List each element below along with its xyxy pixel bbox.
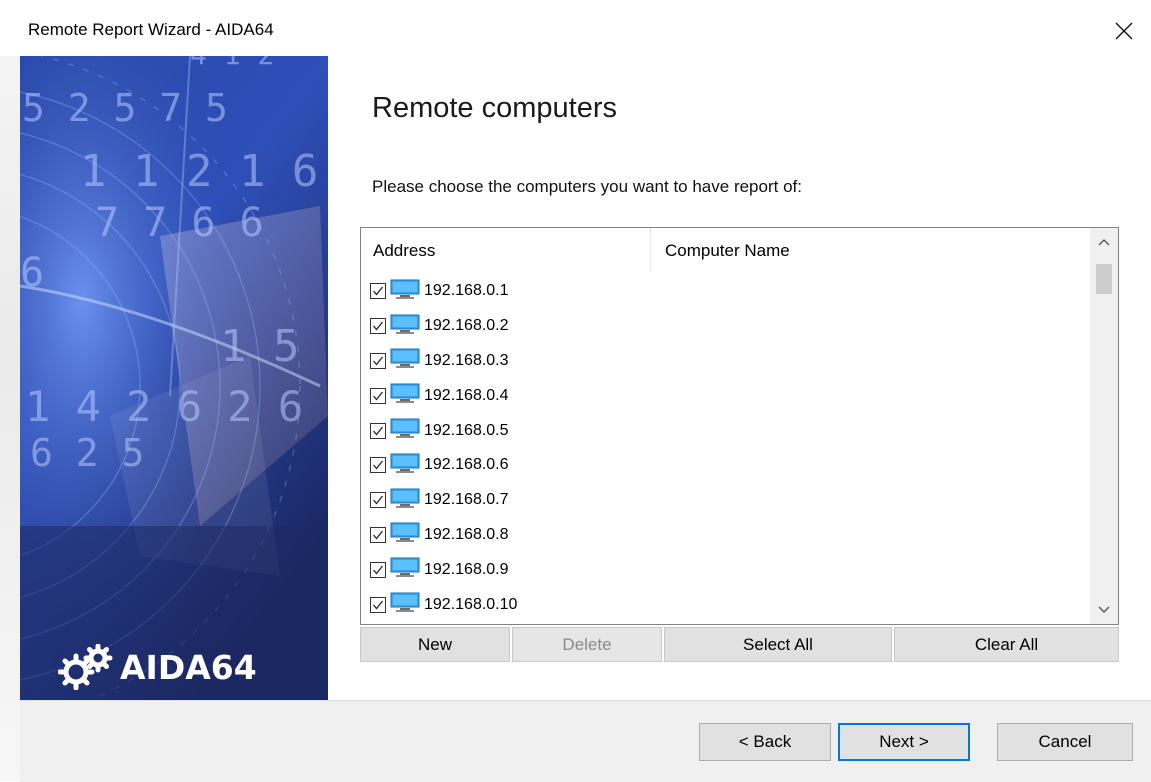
row-address: 192.168.0.4 — [424, 386, 509, 404]
computer-icon — [390, 592, 420, 617]
list-item[interactable]: 192.168.0.10 — [361, 587, 1090, 622]
checkmark-icon — [373, 426, 384, 436]
row-checkbox[interactable] — [370, 318, 386, 335]
wizard-footer — [20, 700, 1151, 782]
wizard-banner: 5 2 5 7 5 1 1 2 1 6 7 7 6 6 6 1 5 2 1 4 … — [20, 56, 328, 700]
list-item[interactable]: 192.168.0.4 — [361, 378, 1090, 413]
clear-all-button[interactable]: Clear All — [894, 627, 1119, 662]
close-button[interactable] — [1104, 14, 1144, 48]
computer-icon — [390, 488, 420, 513]
scroll-thumb[interactable] — [1096, 264, 1112, 294]
row-address: 192.168.0.1 — [424, 282, 509, 300]
svg-text:6: 6 — [20, 250, 44, 296]
row-address: 192.168.0.8 — [424, 525, 509, 543]
row-checkbox[interactable] — [370, 526, 386, 543]
back-button[interactable]: < Back — [699, 723, 831, 761]
checkmark-icon — [373, 356, 384, 366]
column-header-computer-name[interactable]: Computer Name — [651, 228, 790, 272]
row-checkbox[interactable] — [370, 422, 386, 439]
scroll-down-button[interactable] — [1090, 596, 1118, 624]
chevron-up-icon — [1098, 239, 1110, 246]
computer-icon — [390, 348, 420, 373]
checkmark-icon — [373, 530, 384, 540]
row-address: 192.168.0.5 — [424, 421, 509, 439]
list-item[interactable]: 192.168.0.1 — [361, 274, 1090, 309]
row-checkbox[interactable] — [370, 561, 386, 578]
vertical-scrollbar[interactable] — [1090, 228, 1118, 624]
logo-text: AIDA64 — [120, 647, 257, 687]
instruction-text: Please choose the computers you want to … — [372, 177, 802, 196]
svg-text:4 1 2: 4 1 2 — [190, 56, 274, 71]
aida64-logo: AIDA64 — [58, 642, 257, 692]
row-address: 192.168.0.6 — [424, 456, 509, 474]
checkmark-icon — [373, 391, 384, 401]
row-address: 192.168.0.3 — [424, 351, 509, 369]
computer-icon — [390, 453, 420, 478]
close-icon — [1115, 22, 1133, 40]
list-item[interactable]: 192.168.0.9 — [361, 552, 1090, 587]
row-checkbox[interactable] — [370, 492, 386, 509]
list-item[interactable]: 192.168.0.5 — [361, 413, 1090, 448]
list-item[interactable]: 192.168.0.6 — [361, 448, 1090, 483]
svg-text:1 5 2: 1 5 2 — [220, 321, 328, 372]
chevron-down-icon — [1098, 606, 1110, 613]
row-address: 192.168.0.7 — [424, 491, 509, 509]
computer-list[interactable]: Address Computer Name 192.168.0.1 192.168… — [360, 227, 1119, 625]
row-checkbox[interactable] — [370, 283, 386, 300]
checkmark-icon — [373, 565, 384, 575]
list-item[interactable]: 192.168.0.7 — [361, 483, 1090, 518]
computer-icon — [390, 418, 420, 443]
list-header: Address Computer Name — [361, 228, 1090, 272]
list-rows: 192.168.0.1 192.168.0.2 192.168.0.3 192.168… — [361, 274, 1090, 622]
computer-icon — [390, 522, 420, 547]
next-button[interactable]: Next > — [838, 723, 970, 761]
delete-button[interactable]: Delete — [512, 627, 662, 662]
banner-artwork: 5 2 5 7 5 1 1 2 1 6 7 7 6 6 6 1 5 2 1 4 … — [20, 56, 328, 700]
checkmark-icon — [373, 495, 384, 505]
scroll-up-button[interactable] — [1090, 228, 1118, 256]
checkmark-icon — [373, 600, 384, 610]
window-title: Remote Report Wizard - AIDA64 — [28, 20, 274, 39]
row-address: 192.168.0.10 — [424, 595, 518, 613]
computer-icon — [390, 279, 420, 304]
row-checkbox[interactable] — [370, 352, 386, 369]
checkmark-icon — [373, 460, 384, 470]
row-checkbox[interactable] — [370, 387, 386, 404]
svg-text:1 1 2 1 6: 1 1 2 1 6 — [80, 146, 318, 197]
banner-digits: 5 2 5 7 5 — [22, 86, 228, 130]
svg-text:7 7 6 6: 7 7 6 6 — [95, 200, 264, 246]
list-item[interactable]: 192.168.0.2 — [361, 309, 1090, 344]
list-item[interactable]: 192.168.0.8 — [361, 518, 1090, 553]
title-bar: Remote Report Wizard - AIDA64 — [0, 0, 1151, 56]
cancel-button[interactable]: Cancel — [997, 723, 1133, 761]
row-address: 192.168.0.2 — [424, 317, 509, 335]
row-checkbox[interactable] — [370, 596, 386, 613]
row-address: 192.168.0.9 — [424, 560, 509, 578]
column-header-address[interactable]: Address — [361, 228, 651, 272]
new-button[interactable]: New — [360, 627, 510, 662]
computer-icon — [390, 383, 420, 408]
svg-text:1 4 2 6 2 6 1 4 4: 1 4 2 6 2 6 1 4 4 — [25, 382, 328, 431]
background-decoration — [0, 56, 20, 781]
row-checkbox[interactable] — [370, 457, 386, 474]
page-title: Remote computers — [372, 92, 617, 124]
checkmark-icon — [373, 321, 384, 331]
gears-icon — [58, 644, 113, 690]
list-item[interactable]: 192.168.0.3 — [361, 344, 1090, 379]
computer-icon — [390, 314, 420, 339]
computer-icon — [390, 557, 420, 582]
svg-text:6 2 5: 6 2 5 — [30, 431, 144, 475]
checkmark-icon — [373, 286, 384, 296]
list-button-row: New Delete Select All Clear All — [360, 627, 1119, 663]
select-all-button[interactable]: Select All — [664, 627, 892, 662]
